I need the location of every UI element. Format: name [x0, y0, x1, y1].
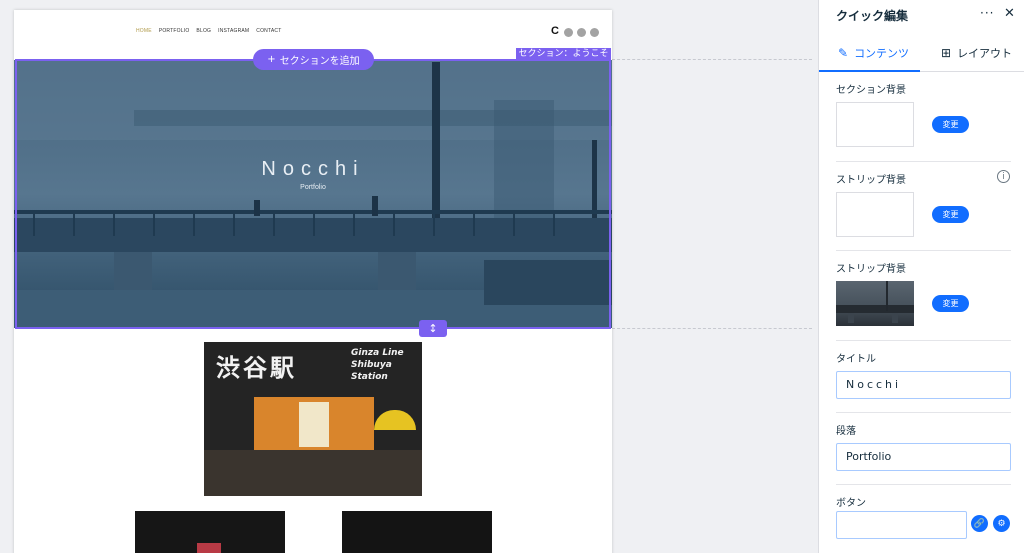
photo-floor [204, 450, 422, 496]
strip-bg-image-label: ストリップ背景 [836, 264, 906, 275]
quick-edit-panel[interactable]: クイック編集 ··· ✕ ✎ コンテンツ ⊞ レイアウト セクション背景 変更 … [818, 0, 1024, 553]
info-icon[interactable]: i [997, 170, 1010, 183]
divider [836, 161, 1011, 162]
tab-content[interactable]: ✎ コンテンツ [838, 34, 909, 72]
sign-line-2: Shibuya [351, 360, 392, 370]
title-input[interactable]: Nocchi [836, 371, 1011, 399]
section-bg-label: セクション背景 [836, 85, 906, 96]
divider [836, 484, 1011, 485]
instagram-social-icon[interactable] [564, 28, 573, 37]
editor-canvas[interactable]: HOME PORTFOLIO BLOG INSTAGRAM CONTACT C [0, 0, 818, 553]
pencil-icon: ✎ [838, 46, 849, 60]
sign-line-1: Ginza Line [351, 348, 404, 358]
section-bg-swatch[interactable] [836, 102, 914, 147]
photo-hall-light [299, 402, 329, 447]
tab-content-label: コンテンツ [854, 47, 910, 60]
shibuya-sign-kanji: 渋谷駅 [216, 354, 297, 382]
divider [836, 412, 1011, 413]
title-field-label: タイトル [836, 354, 876, 365]
button-text-input[interactable] [836, 511, 967, 539]
section-bg-change-button[interactable]: 変更 [932, 116, 969, 133]
active-tab-indicator [819, 70, 920, 72]
section-resize-handle[interactable]: ↕ [419, 320, 447, 337]
nav-contact[interactable]: CONTACT [256, 28, 281, 34]
add-section-button[interactable]: + セクションを追加 [253, 49, 374, 70]
section-guide-bottom [612, 328, 812, 329]
photo-red-sign [197, 543, 221, 553]
twitter-social-icon[interactable] [577, 28, 586, 37]
behance-social-icon[interactable] [590, 28, 599, 37]
sign-line-3: Station [351, 372, 388, 382]
more-options-icon[interactable]: ··· [980, 6, 994, 20]
strip-bg-change-button[interactable]: 変更 [932, 206, 969, 223]
section-selection-frame [15, 59, 611, 329]
site-logo[interactable]: C [551, 25, 559, 37]
panel-title: クイック編集 [836, 9, 909, 23]
night-photo-left[interactable] [135, 511, 285, 553]
nav-instagram[interactable]: INSTAGRAM [218, 28, 249, 34]
strip-bg-swatch[interactable] [836, 192, 914, 237]
divider [836, 340, 1011, 341]
shibuya-station-photo[interactable]: 渋谷駅 Ginza Line Shibuya Station [204, 342, 422, 496]
tab-layout-label: レイアウト [957, 47, 1013, 60]
panel-tabs: ✎ コンテンツ ⊞ レイアウト [819, 34, 1024, 72]
link-icon[interactable]: 🔗 [971, 515, 988, 532]
button-field-label: ボタン [836, 498, 866, 509]
settings-icon[interactable]: ⚙ [993, 515, 1010, 532]
nav-portfolio[interactable]: PORTFOLIO [159, 28, 190, 34]
plus-icon: + [267, 54, 276, 65]
paragraph-input[interactable]: Portfolio [836, 443, 1011, 471]
paragraph-field-label: 段落 [836, 426, 856, 437]
strip-bg-image-thumbnail[interactable] [836, 281, 914, 326]
site-nav: HOME PORTFOLIO BLOG INSTAGRAM CONTACT [136, 28, 281, 34]
layout-icon: ⊞ [941, 46, 952, 60]
photo-umbrella [374, 410, 416, 430]
night-photo-right[interactable] [342, 511, 492, 553]
nav-blog[interactable]: BLOG [196, 28, 211, 34]
tab-layout[interactable]: ⊞ レイアウト [941, 34, 1012, 72]
section-guide-top [612, 59, 812, 60]
section-name-label[interactable]: セクション：ようこそ [516, 48, 611, 60]
close-icon[interactable]: ✕ [1004, 6, 1015, 21]
nav-home[interactable]: HOME [136, 28, 152, 34]
divider [836, 250, 1011, 251]
panel-header: クイック編集 ··· ✕ [819, 0, 1024, 30]
add-section-label: セクションを追加 [279, 56, 360, 67]
strip-bg-label: ストリップ背景 [836, 175, 906, 186]
thumbnail-bridge-image [836, 281, 914, 323]
strip-bg-image-change-button[interactable]: 変更 [932, 295, 969, 312]
resize-icon: ↕ [428, 322, 438, 335]
